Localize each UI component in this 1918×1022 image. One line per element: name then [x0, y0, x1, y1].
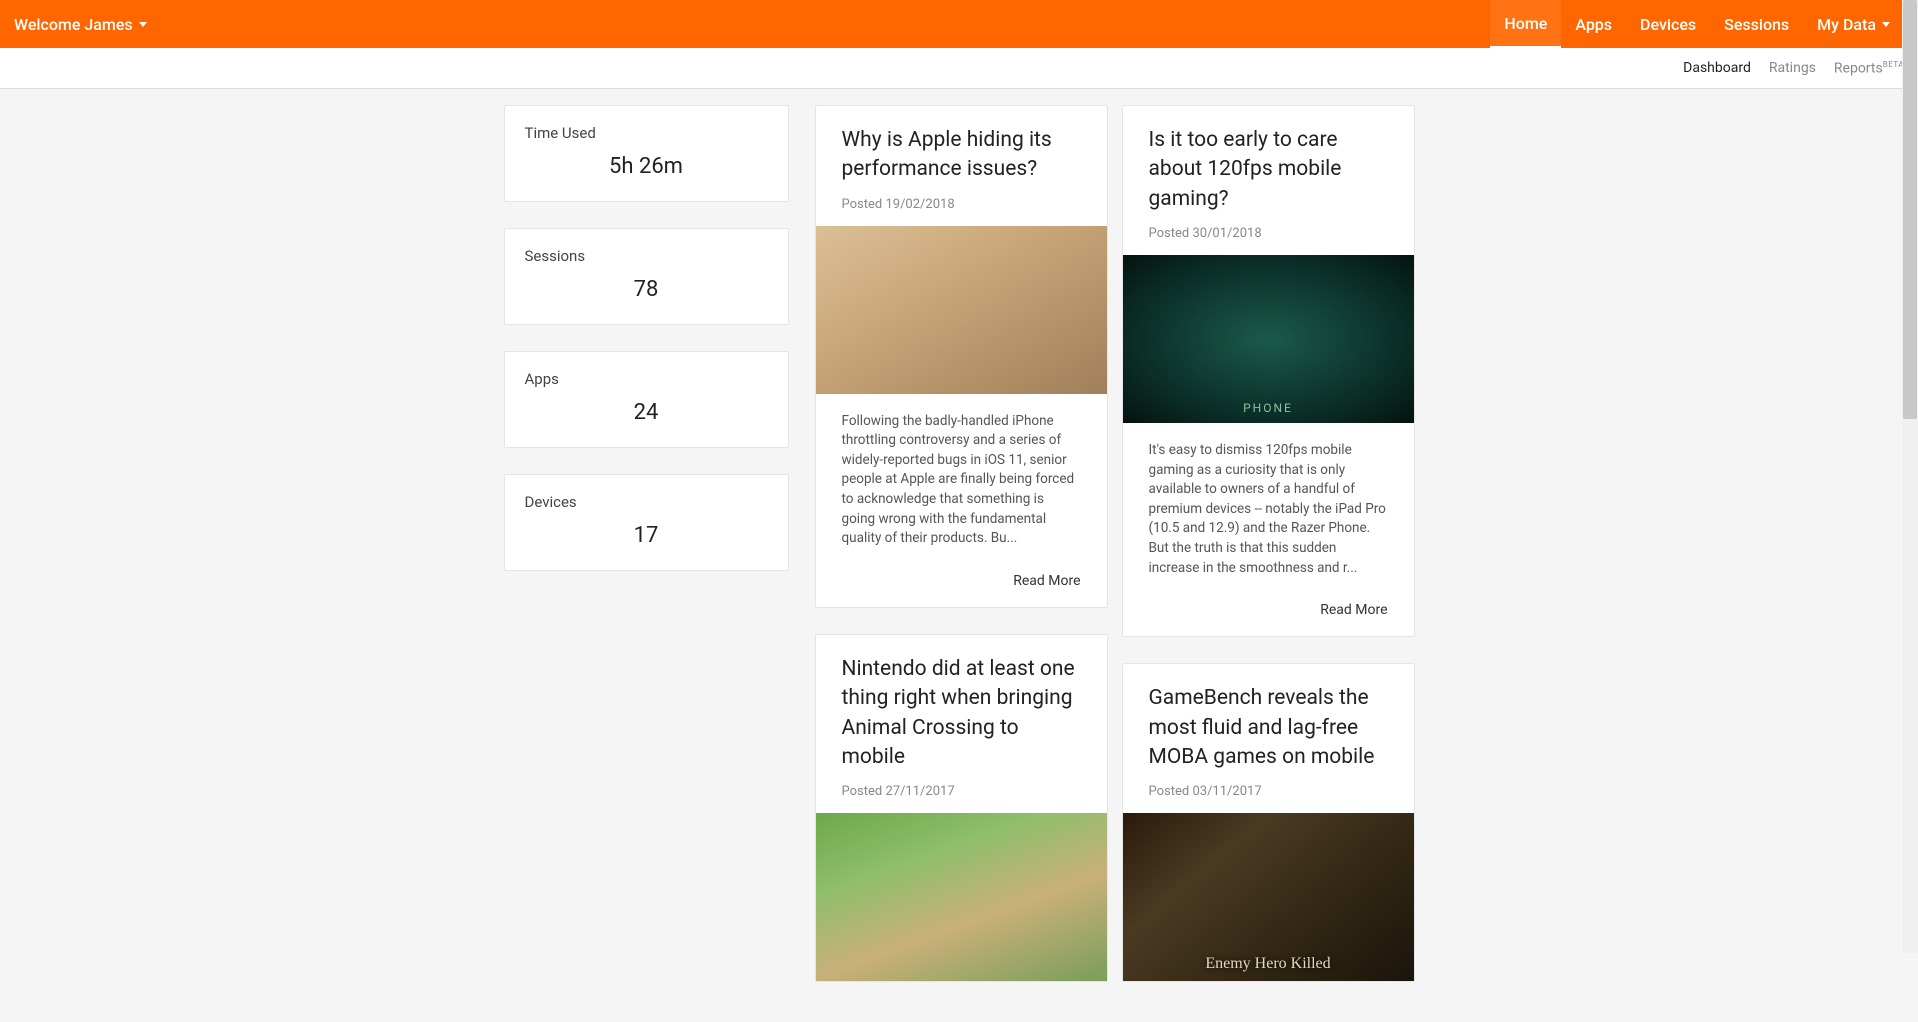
subnav-dashboard[interactable]: Dashboard: [1683, 60, 1751, 76]
article-stack-left: Why is Apple hiding its performance issu…: [815, 105, 1108, 982]
chevron-down-icon: [1882, 22, 1890, 27]
nav-mydata-label: My Data: [1817, 15, 1876, 34]
read-more-link[interactable]: Read More: [1123, 588, 1414, 636]
nav-links: Home Apps Devices Sessions My Data: [1490, 0, 1904, 48]
article-title: Why is Apple hiding its performance issu…: [842, 126, 1081, 185]
welcome-text: Welcome James: [14, 15, 133, 34]
nav-sessions-label: Sessions: [1724, 15, 1789, 34]
content-area: Time Used 5h 26m Sessions 78 Apps 24 Dev…: [0, 89, 1918, 1022]
article-date: Posted 03/11/2017: [1149, 784, 1388, 799]
article-card: GameBench reveals the most fluid and lag…: [1122, 663, 1415, 982]
scrollbar[interactable]: [1902, 0, 1918, 953]
stat-label: Sessions: [525, 247, 768, 265]
stat-devices: Devices 17: [504, 474, 789, 571]
article-card: Is it too early to care about 120fps mob…: [1122, 105, 1415, 637]
article-card: Nintendo did at least one thing right wh…: [815, 634, 1108, 983]
subnav-reports-label: Reports: [1834, 60, 1883, 76]
article-title: GameBench reveals the most fluid and lag…: [1149, 684, 1388, 772]
article-excerpt: It's easy to dismiss 120fps mobile gamin…: [1123, 423, 1414, 588]
article-image: PHONE: [1123, 255, 1414, 423]
article-stack-right: Is it too early to care about 120fps mob…: [1122, 105, 1415, 982]
nav-apps-label: Apps: [1575, 15, 1612, 34]
nav-home[interactable]: Home: [1490, 0, 1561, 48]
stat-time-used: Time Used 5h 26m: [504, 105, 789, 202]
scrollbar-thumb[interactable]: [1903, 0, 1917, 419]
article-image: [816, 226, 1107, 394]
stats-column: Time Used 5h 26m Sessions 78 Apps 24 Dev…: [504, 105, 789, 982]
stat-value: 24: [525, 400, 768, 425]
nav-sessions[interactable]: Sessions: [1710, 0, 1803, 48]
sub-navbar: Dashboard Ratings ReportsBETA: [0, 48, 1918, 89]
nav-home-label: Home: [1504, 14, 1547, 33]
image-overlay-text: Enemy Hero Killed: [1123, 955, 1414, 973]
article-date: Posted 30/01/2018: [1149, 226, 1388, 241]
stat-sessions: Sessions 78: [504, 228, 789, 325]
top-navbar: Welcome James Home Apps Devices Sessions…: [0, 0, 1918, 48]
stat-label: Time Used: [525, 124, 768, 142]
read-more-link[interactable]: Read More: [816, 559, 1107, 607]
subnav-reports[interactable]: ReportsBETA: [1834, 60, 1904, 77]
stat-value: 78: [525, 277, 768, 302]
article-header: Nintendo did at least one thing right wh…: [816, 635, 1107, 814]
article-date: Posted 27/11/2017: [842, 784, 1081, 799]
subnav-ratings[interactable]: Ratings: [1769, 60, 1816, 76]
article-header: Is it too early to care about 120fps mob…: [1123, 106, 1414, 255]
article-title: Is it too early to care about 120fps mob…: [1149, 126, 1388, 214]
article-title: Nintendo did at least one thing right wh…: [842, 655, 1081, 773]
nav-devices[interactable]: Devices: [1626, 0, 1710, 48]
nav-mydata[interactable]: My Data: [1803, 0, 1904, 48]
stat-value: 17: [525, 523, 768, 548]
article-excerpt: Following the badly-handled iPhone throt…: [816, 394, 1107, 559]
stat-label: Devices: [525, 493, 768, 511]
welcome-dropdown[interactable]: Welcome James: [14, 15, 147, 34]
chevron-down-icon: [139, 22, 147, 27]
article-image: Enemy Hero Killed: [1123, 813, 1414, 981]
article-card: Why is Apple hiding its performance issu…: [815, 105, 1108, 608]
article-date: Posted 19/02/2018: [842, 197, 1081, 212]
article-header: GameBench reveals the most fluid and lag…: [1123, 664, 1414, 813]
stat-label: Apps: [525, 370, 768, 388]
stat-apps: Apps 24: [504, 351, 789, 448]
article-header: Why is Apple hiding its performance issu…: [816, 106, 1107, 226]
stat-value: 5h 26m: [525, 154, 768, 179]
articles-column: Why is Apple hiding its performance issu…: [815, 105, 1415, 982]
nav-apps[interactable]: Apps: [1561, 0, 1626, 48]
nav-devices-label: Devices: [1640, 15, 1696, 34]
beta-badge: BETA: [1883, 60, 1904, 69]
article-image: [816, 813, 1107, 981]
image-overlay-text: PHONE: [1123, 401, 1414, 415]
